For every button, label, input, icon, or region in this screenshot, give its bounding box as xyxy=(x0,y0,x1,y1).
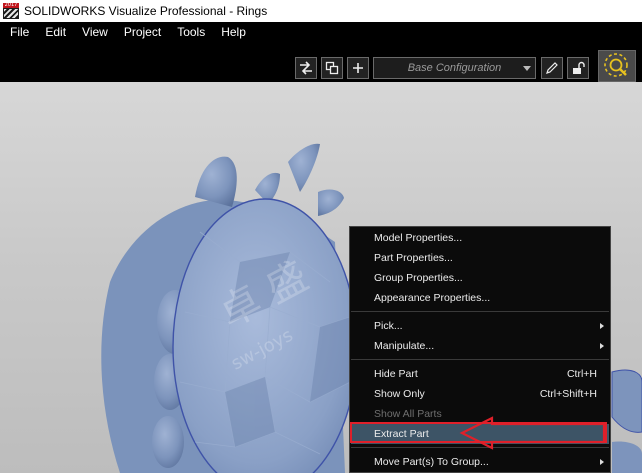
chevron-right-icon xyxy=(600,323,604,329)
plus-icon xyxy=(353,63,363,73)
top-toolbar: Base Configuration xyxy=(0,42,642,82)
duplicate-button[interactable] xyxy=(321,57,343,79)
menu-item-hide-part[interactable]: Hide Part Ctrl+H xyxy=(351,364,609,384)
swap-arrows-icon xyxy=(300,61,312,75)
shortcut-show-only: Ctrl+Shift+H xyxy=(539,388,597,400)
menu-separator xyxy=(351,447,609,448)
menu-item-show-only[interactable]: Show Only Ctrl+Shift+H xyxy=(351,384,609,404)
part-context-menu: Model Properties... Part Properties... G… xyxy=(349,226,611,473)
add-configuration-button[interactable] xyxy=(347,57,369,79)
menu-item-group-properties[interactable]: Group Properties... xyxy=(351,268,609,288)
menu-item-show-all-parts: Show All Parts xyxy=(374,408,442,420)
solidworks-visualize-logo-icon: 2017 xyxy=(3,3,19,19)
menu-item-extract-part[interactable]: Extract Part xyxy=(351,424,609,444)
menu-help[interactable]: Help xyxy=(221,25,246,39)
lock-configuration-button[interactable] xyxy=(567,57,589,79)
shortcut-hide-part: Ctrl+H xyxy=(566,368,597,380)
menu-item-part-properties[interactable]: Part Properties... xyxy=(351,248,609,268)
edit-configuration-button[interactable] xyxy=(541,57,563,79)
menu-file[interactable]: File xyxy=(10,25,29,39)
menu-view[interactable]: View xyxy=(82,25,108,39)
swap-view-button[interactable] xyxy=(295,57,317,79)
pencil-icon xyxy=(546,62,558,74)
menu-item-appearance-properties[interactable]: Appearance Properties... xyxy=(351,288,609,308)
menu-separator xyxy=(351,359,609,360)
window-title: SOLIDWORKS Visualize Professional - Ring… xyxy=(24,4,268,18)
menu-item-model-properties[interactable]: Model Properties... xyxy=(351,228,609,248)
lock-icon xyxy=(573,61,585,74)
menu-item-pick[interactable]: Pick... xyxy=(351,316,609,336)
copy-icon xyxy=(325,61,339,75)
fast-render-toggle-button[interactable] xyxy=(598,50,636,82)
chevron-down-icon xyxy=(523,66,531,71)
menu-project[interactable]: Project xyxy=(124,25,161,39)
menu-item-move-parts-to-group[interactable]: Move Part(s) To Group... xyxy=(351,452,609,472)
title-bar: 2017 SOLIDWORKS Visualize Professional -… xyxy=(0,0,642,22)
menu-tools[interactable]: Tools xyxy=(177,25,205,39)
configuration-selected-value: Base Configuration xyxy=(407,62,502,74)
magnifier-render-icon xyxy=(604,53,628,77)
chevron-right-icon xyxy=(600,343,604,349)
menu-bar: File Edit View Project Tools Help xyxy=(0,22,642,42)
menu-edit[interactable]: Edit xyxy=(45,25,66,39)
configuration-dropdown[interactable]: Base Configuration xyxy=(373,57,536,79)
menu-item-manipulate[interactable]: Manipulate... xyxy=(351,336,609,356)
chevron-right-icon xyxy=(600,459,604,465)
menu-separator xyxy=(351,311,609,312)
